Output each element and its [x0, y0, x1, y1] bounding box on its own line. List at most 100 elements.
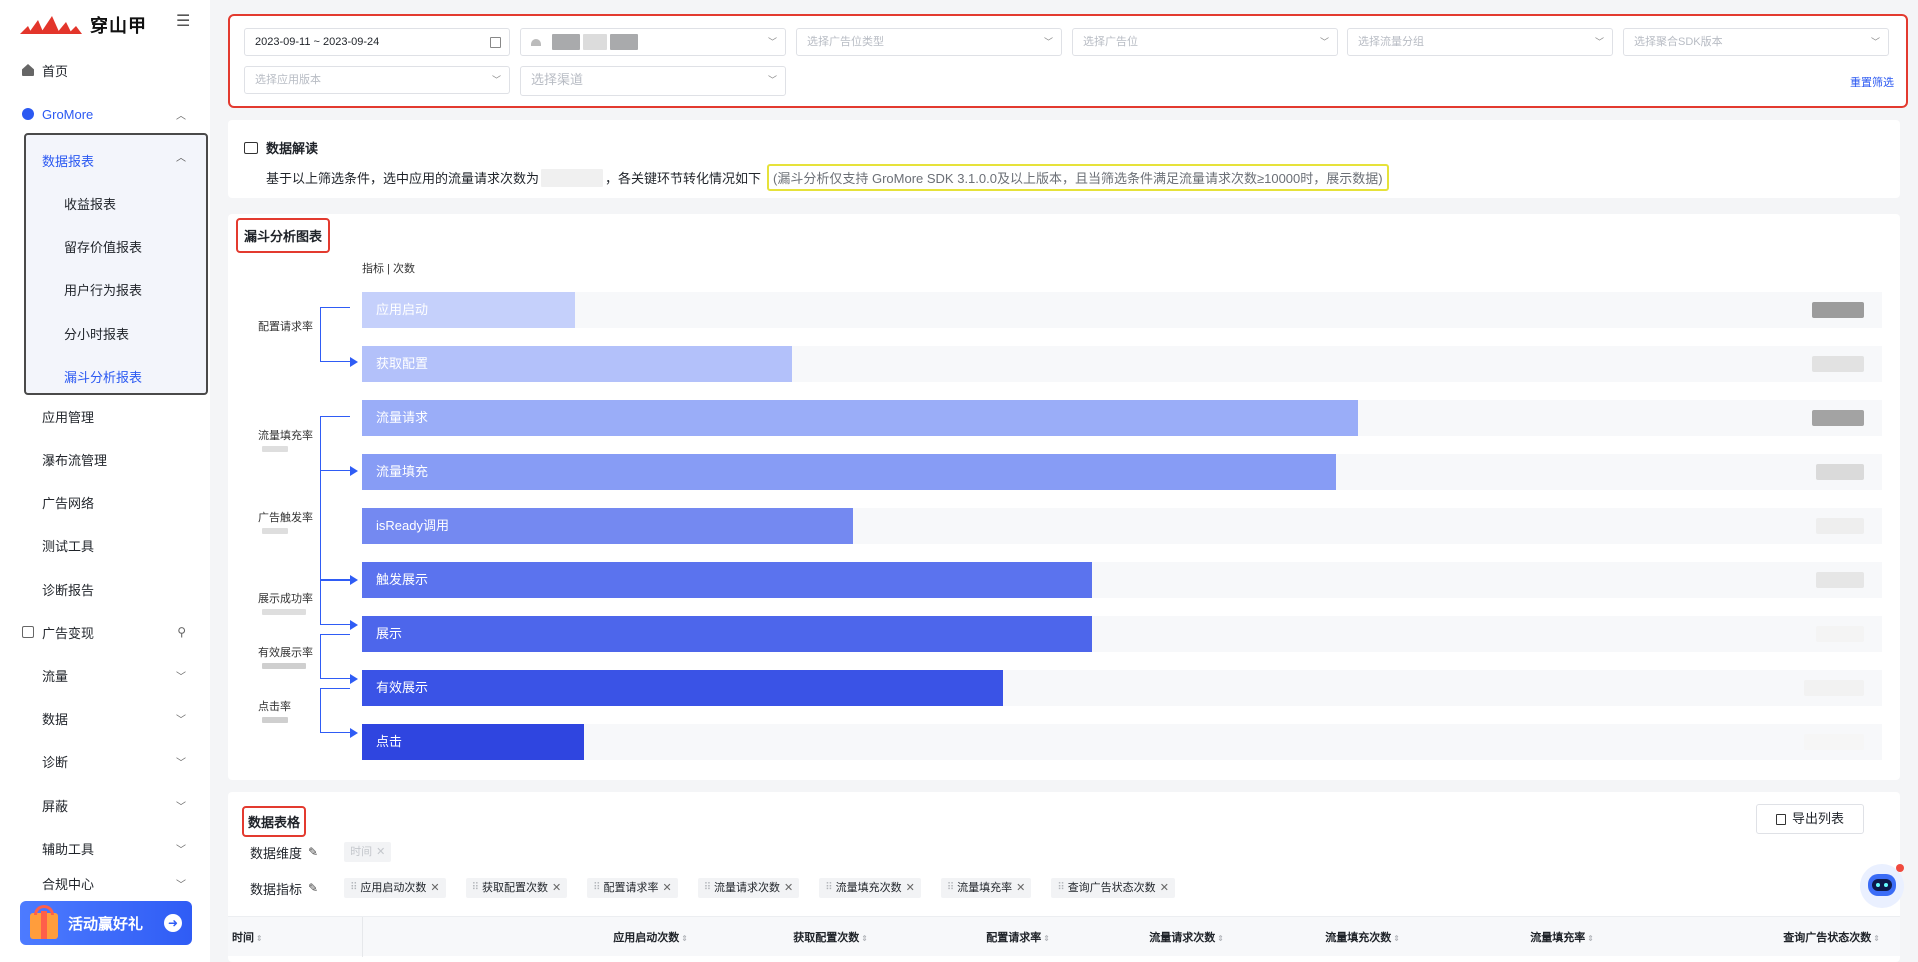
- column-header[interactable]: 配置请求率 ⇕: [986, 929, 1050, 945]
- column-header[interactable]: 流量请求次数 ⇕: [1149, 929, 1224, 945]
- column-divider: [362, 917, 363, 957]
- sort-icon[interactable]: ⇕: [861, 934, 868, 943]
- nav-diagnose[interactable]: 诊断 ﹀: [0, 743, 210, 779]
- nav-aux-tools-label: 辅助工具: [42, 841, 95, 857]
- drag-handle-icon[interactable]: ⠿: [1057, 878, 1064, 898]
- nav-block[interactable]: 屏蔽 ﹀: [0, 787, 210, 823]
- column-header[interactable]: 获取配置次数 ⇕: [793, 929, 868, 945]
- metric-tag-label: 流量请求次数: [714, 882, 781, 894]
- close-icon[interactable]: ✕: [663, 878, 672, 898]
- nav-test-tools-label: 测试工具: [42, 538, 95, 554]
- ad-slot-type-select[interactable]: 选择广告位类型 ﹀: [796, 28, 1062, 56]
- column-header[interactable]: 查询广告状态次数 ⇕: [1783, 929, 1880, 945]
- insight-title: 数据解读: [266, 141, 319, 156]
- column-header[interactable]: 时间 ⇕: [232, 929, 263, 945]
- reset-filters-link[interactable]: 重置筛选: [1850, 74, 1894, 90]
- funnel-bar[interactable]: isReady调用: [362, 508, 853, 544]
- close-icon[interactable]: ✕: [1160, 878, 1169, 898]
- sort-icon[interactable]: ⇕: [1217, 934, 1224, 943]
- ad-slot-select[interactable]: 选择广告位 ﹀: [1072, 28, 1338, 56]
- collapse-sidebar-icon[interactable]: ☰: [176, 14, 192, 30]
- funnel-bar[interactable]: 展示: [362, 616, 1092, 652]
- nav-traffic[interactable]: 流量 ﹀: [0, 657, 210, 693]
- traffic-group-select[interactable]: 选择流量分组 ﹀: [1347, 28, 1613, 56]
- channel-select[interactable]: 选择渠道 ﹀: [520, 66, 786, 96]
- chart-icon: [22, 626, 34, 638]
- drag-handle-icon[interactable]: ⠿: [947, 878, 954, 898]
- edit-metric-icon[interactable]: ✎: [308, 881, 318, 895]
- nav-waterfall[interactable]: 瀑布流管理: [0, 441, 210, 477]
- nav-ad-network[interactable]: 广告网络: [0, 484, 210, 520]
- channel-placeholder: 选择渠道: [531, 72, 584, 87]
- drag-handle-icon[interactable]: ⠿: [704, 878, 711, 898]
- nav-aux-tools[interactable]: 辅助工具 ﹀: [0, 830, 210, 866]
- nav-compliance[interactable]: 合规中心 ﹀: [0, 873, 210, 893]
- app-select[interactable]: ﹀: [520, 28, 786, 56]
- chevron-down-icon: ﹀: [1870, 37, 1880, 47]
- sort-icon[interactable]: ⇕: [1587, 934, 1594, 943]
- drag-handle-icon[interactable]: ⠿: [472, 878, 479, 898]
- funnel-count-redacted: [1804, 680, 1864, 696]
- nav-data-report[interactable]: 数据报表: [42, 151, 94, 170]
- metric-tag[interactable]: ⠿ 查询广告状态次数 ✕: [1051, 878, 1175, 898]
- funnel-bar[interactable]: 流量请求: [362, 400, 1358, 436]
- column-header-label: 流量填充率: [1530, 932, 1586, 944]
- funnel-bar[interactable]: 流量填充: [362, 454, 1336, 490]
- column-header-label: 获取配置次数: [793, 932, 860, 944]
- close-icon[interactable]: ✕: [784, 878, 793, 898]
- nav-app-management[interactable]: 应用管理: [0, 398, 210, 434]
- nav-user-behavior-report[interactable]: 用户行为报表: [64, 280, 142, 299]
- sort-icon[interactable]: ⇕: [1043, 934, 1050, 943]
- column-header[interactable]: 流量填充次数 ⇕: [1325, 929, 1400, 945]
- metric-tag[interactable]: ⠿ 流量填充率 ✕: [940, 878, 1032, 898]
- close-icon[interactable]: ✕: [906, 878, 915, 898]
- close-icon[interactable]: ✕: [552, 878, 561, 898]
- drag-handle-icon[interactable]: ⠿: [825, 878, 832, 898]
- pin-icon[interactable]: ⚲: [177, 625, 186, 639]
- nav-waterfall-label: 瀑布流管理: [42, 452, 108, 468]
- column-header[interactable]: 应用启动次数 ⇕: [613, 929, 688, 945]
- sort-icon[interactable]: ⇕: [1873, 934, 1880, 943]
- nav-gromore[interactable]: GroMore ︿: [0, 96, 210, 132]
- metric-tag[interactable]: ⠿ 应用启动次数 ✕: [344, 878, 446, 898]
- close-icon[interactable]: ✕: [1016, 878, 1025, 898]
- nav-test-tools[interactable]: 测试工具: [0, 527, 210, 563]
- app-version-select[interactable]: 选择应用版本 ﹀: [244, 66, 510, 94]
- drag-handle-icon[interactable]: ⠿: [350, 878, 357, 898]
- nav-revenue-report[interactable]: 收益报表: [64, 194, 116, 213]
- funnel-bar[interactable]: 触发展示: [362, 562, 1092, 598]
- export-list-button[interactable]: 导出列表: [1756, 804, 1864, 834]
- nav-ad-monetize[interactable]: 广告变现 ⚲: [0, 614, 210, 650]
- funnel-bar[interactable]: 有效展示: [362, 670, 1003, 706]
- arrow-icon: [350, 466, 358, 476]
- metric-tag[interactable]: ⠿ 流量请求次数 ✕: [697, 878, 800, 898]
- close-icon[interactable]: ✕: [430, 878, 439, 898]
- metric-tag[interactable]: ⠿ 流量填充次数 ✕: [819, 878, 921, 898]
- funnel-bar[interactable]: 应用启动: [362, 292, 575, 328]
- funnel-bar[interactable]: 获取配置: [362, 346, 792, 382]
- promo-banner[interactable]: 活动赢好礼 ➜: [20, 901, 192, 945]
- sort-icon[interactable]: ⇕: [256, 934, 263, 943]
- metric-tag[interactable]: ⠿ 获取配置次数 ✕: [465, 878, 568, 898]
- nav-data[interactable]: 数据 ﹀: [0, 700, 210, 736]
- nav-diagnosis-report[interactable]: 诊断报告: [0, 571, 210, 607]
- nav-home[interactable]: 首页: [0, 52, 210, 88]
- sdk-version-select[interactable]: 选择聚合SDK版本 ﹀: [1623, 28, 1889, 56]
- sort-icon[interactable]: ⇕: [681, 934, 688, 943]
- date-range-picker[interactable]: 2023-09-11 ~ 2023-09-24: [244, 28, 510, 56]
- column-header[interactable]: 流量填充率 ⇕: [1530, 929, 1594, 945]
- assistant-bot-icon[interactable]: [1858, 862, 1906, 910]
- brand-logo[interactable]: 穿山甲: [20, 12, 147, 38]
- sort-icon[interactable]: ⇕: [1393, 934, 1400, 943]
- drag-handle-icon[interactable]: ⠿: [593, 878, 600, 898]
- metric-tag[interactable]: ⠿ 配置请求率 ✕: [587, 878, 678, 898]
- chevron-down-icon: ﹀: [176, 714, 186, 726]
- nav-hourly-report[interactable]: 分小时报表: [64, 324, 129, 343]
- column-header-label: 流量填充次数: [1325, 932, 1392, 944]
- nav-retention-report[interactable]: 留存价值报表: [64, 237, 142, 256]
- connector-valid-show: [320, 634, 350, 679]
- funnel-bar[interactable]: 点击: [362, 724, 584, 760]
- rate-label-valid-show: 有效展示率: [258, 647, 313, 659]
- edit-dimension-icon[interactable]: ✎: [308, 845, 318, 859]
- nav-funnel-report[interactable]: 漏斗分析报表: [64, 367, 142, 386]
